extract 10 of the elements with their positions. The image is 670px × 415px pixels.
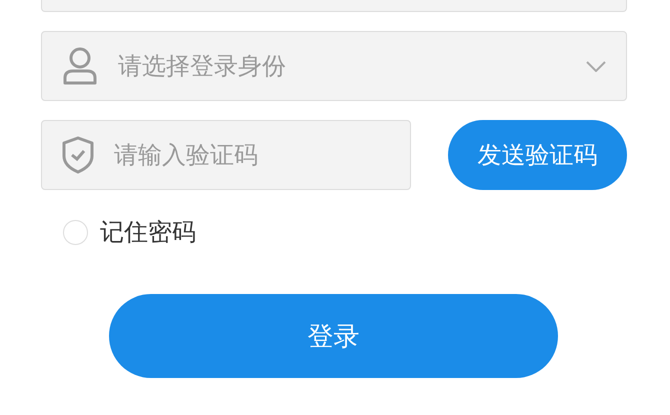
person-icon (62, 47, 98, 85)
shield-check-icon (62, 136, 94, 174)
code-field[interactable]: 请输入验证码 (41, 120, 411, 190)
send-code-button[interactable]: 发送验证码 (448, 120, 627, 190)
remember-label: 记住密码 (100, 217, 196, 248)
input-field[interactable] (41, 0, 627, 12)
remember-checkbox[interactable] (63, 220, 88, 244)
identity-select[interactable]: 请选择登录身份 (41, 31, 627, 101)
login-button[interactable]: 登录 (109, 294, 558, 378)
chevron-down-icon (586, 60, 606, 72)
